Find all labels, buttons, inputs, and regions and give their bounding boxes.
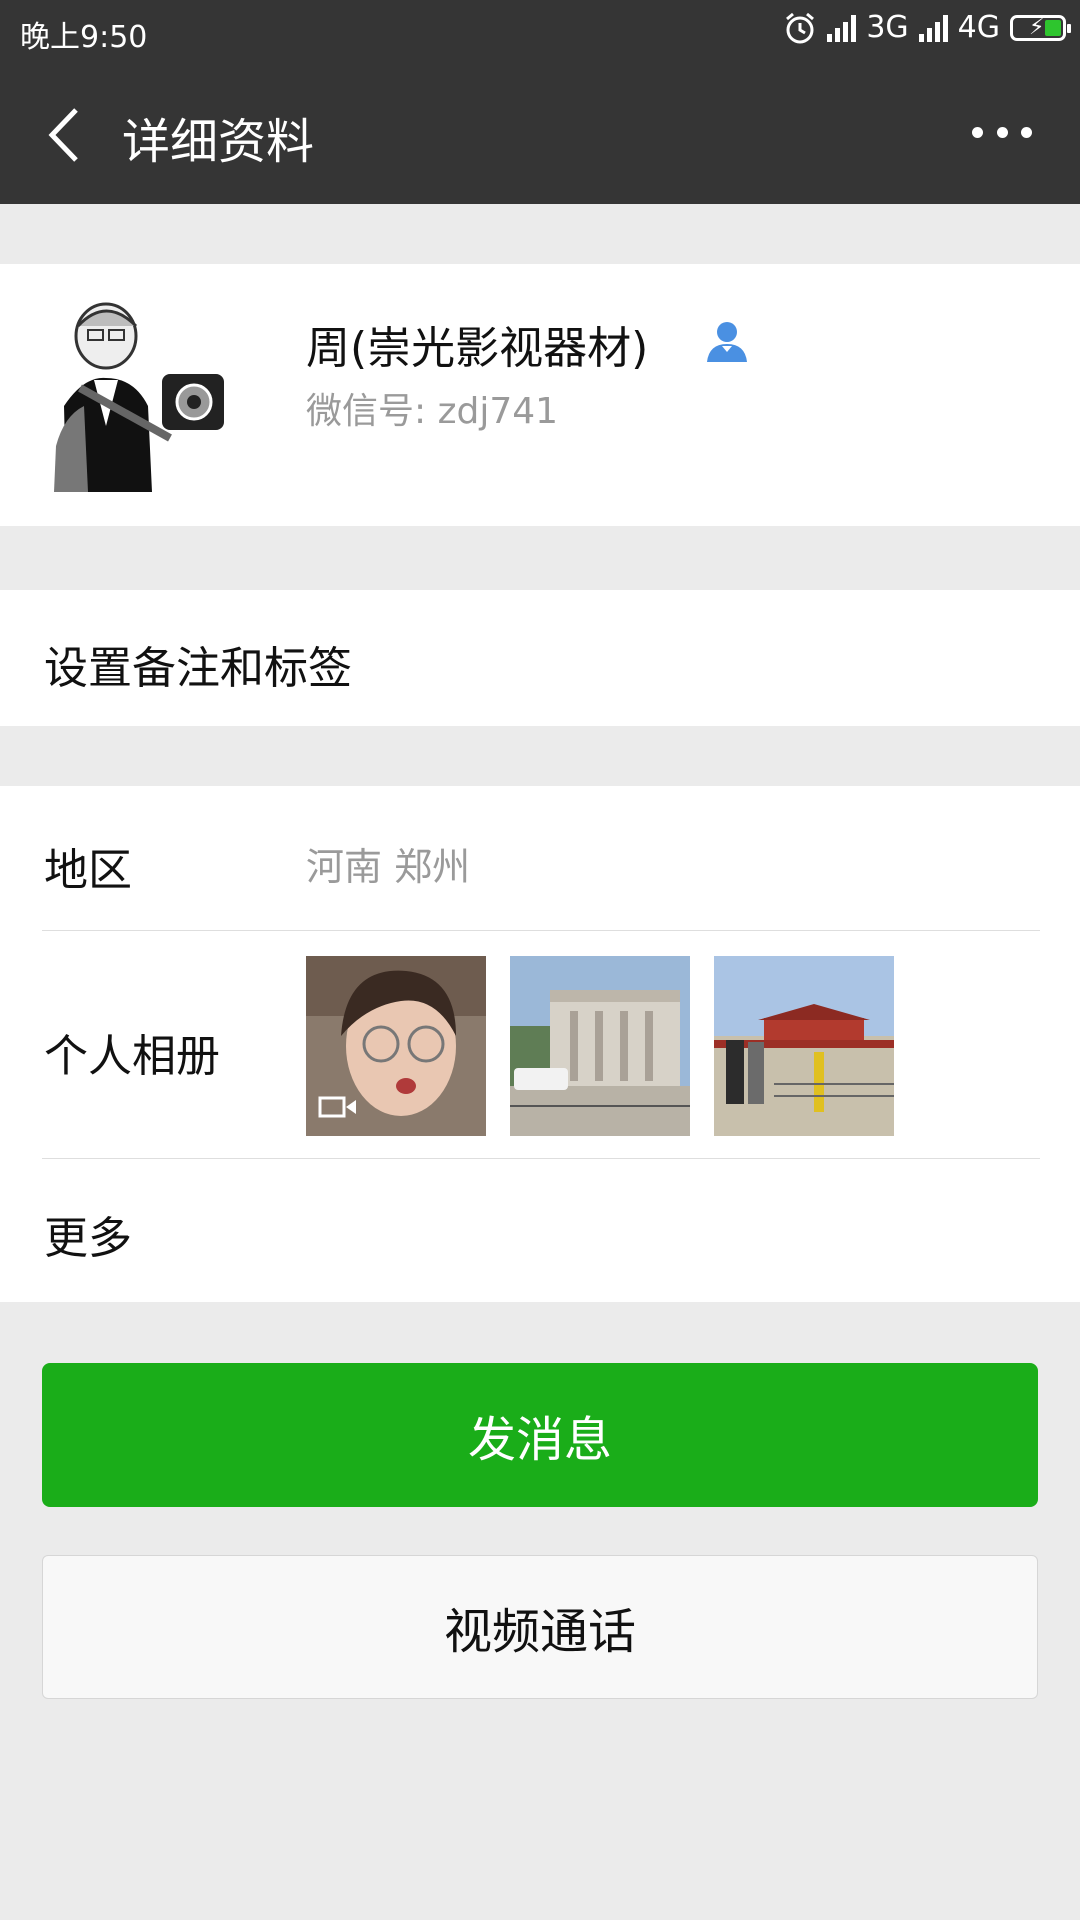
- status-bar: 晚上9:50 3G 4G ⚡: [0, 0, 1080, 62]
- info-card: 地区 河南 郑州 个人相册 更多: [0, 786, 1080, 1302]
- album-label: 个人相册: [44, 1031, 220, 1082]
- network-4g-label: 4G: [957, 10, 1000, 45]
- region-label: 地区: [44, 845, 132, 896]
- signal-icon: [918, 14, 948, 42]
- status-time: 晚上9:50: [20, 20, 148, 55]
- user-icon: [707, 322, 747, 362]
- album-photo[interactable]: [510, 956, 690, 1136]
- page-title: 详细资料: [122, 114, 315, 170]
- region-value: 河南 郑州: [306, 845, 471, 889]
- album-photo[interactable]: [306, 956, 486, 1136]
- contact-name: 周(崇光影视器材): [306, 323, 649, 374]
- avatar[interactable]: [44, 296, 234, 492]
- divider: [42, 1158, 1040, 1159]
- battery-charging-icon: ⚡: [1010, 14, 1071, 41]
- status-icons: 3G 4G ⚡: [783, 10, 1071, 45]
- chevron-left-icon[interactable]: [36, 100, 92, 170]
- set-remark-row[interactable]: 设置备注和标签: [0, 590, 1080, 726]
- video-call-button[interactable]: 视频通话: [42, 1555, 1038, 1699]
- network-3g-label: 3G: [866, 10, 909, 45]
- album-photo[interactable]: [714, 956, 894, 1136]
- signal-icon: [827, 14, 857, 42]
- set-remark-label: 设置备注和标签: [44, 643, 352, 694]
- wechat-id: 微信号: zdj741: [306, 391, 559, 432]
- more-dots-icon[interactable]: [972, 122, 1032, 142]
- divider: [42, 930, 1040, 931]
- more-label: 更多: [44, 1213, 132, 1264]
- nav-bar: 详细资料: [0, 62, 1080, 204]
- profile-card: 周(崇光影视器材) 微信号: zdj741: [0, 264, 1080, 526]
- send-message-button[interactable]: 发消息: [42, 1363, 1038, 1507]
- alarm-icon: [786, 12, 815, 43]
